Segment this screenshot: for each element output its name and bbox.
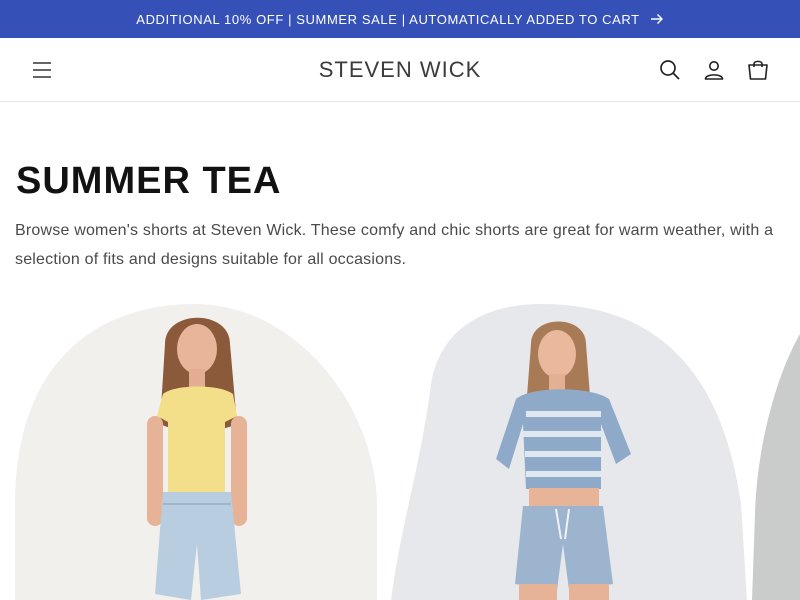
product-card[interactable]	[15, 304, 377, 600]
brand-name[interactable]: STEVEN WICK	[319, 57, 482, 82]
product-card[interactable]	[752, 304, 800, 600]
product-image-partial	[752, 334, 800, 600]
collection-title: SUMMER TEA	[16, 160, 282, 202]
product-card[interactable]	[391, 304, 747, 600]
announcement-text[interactable]: ADDITIONAL 10% OFF | SUMMER SALE | AUTOM…	[136, 12, 639, 27]
account-icon[interactable]	[702, 58, 726, 82]
search-icon[interactable]	[658, 58, 682, 82]
site-header: STEVEN WICK	[0, 38, 800, 102]
cart-icon[interactable]	[746, 58, 770, 82]
collection-description: Browse women's shorts at Steven Wick. Th…	[15, 222, 774, 268]
model-tie-dye-crop-top-denim-shorts-image	[391, 304, 747, 600]
announcement-bar[interactable]: ADDITIONAL 10% OFF | SUMMER SALE | AUTOM…	[0, 0, 800, 38]
model-yellow-top-denim-shorts-image	[15, 304, 377, 600]
arrow-right-icon	[650, 13, 664, 25]
